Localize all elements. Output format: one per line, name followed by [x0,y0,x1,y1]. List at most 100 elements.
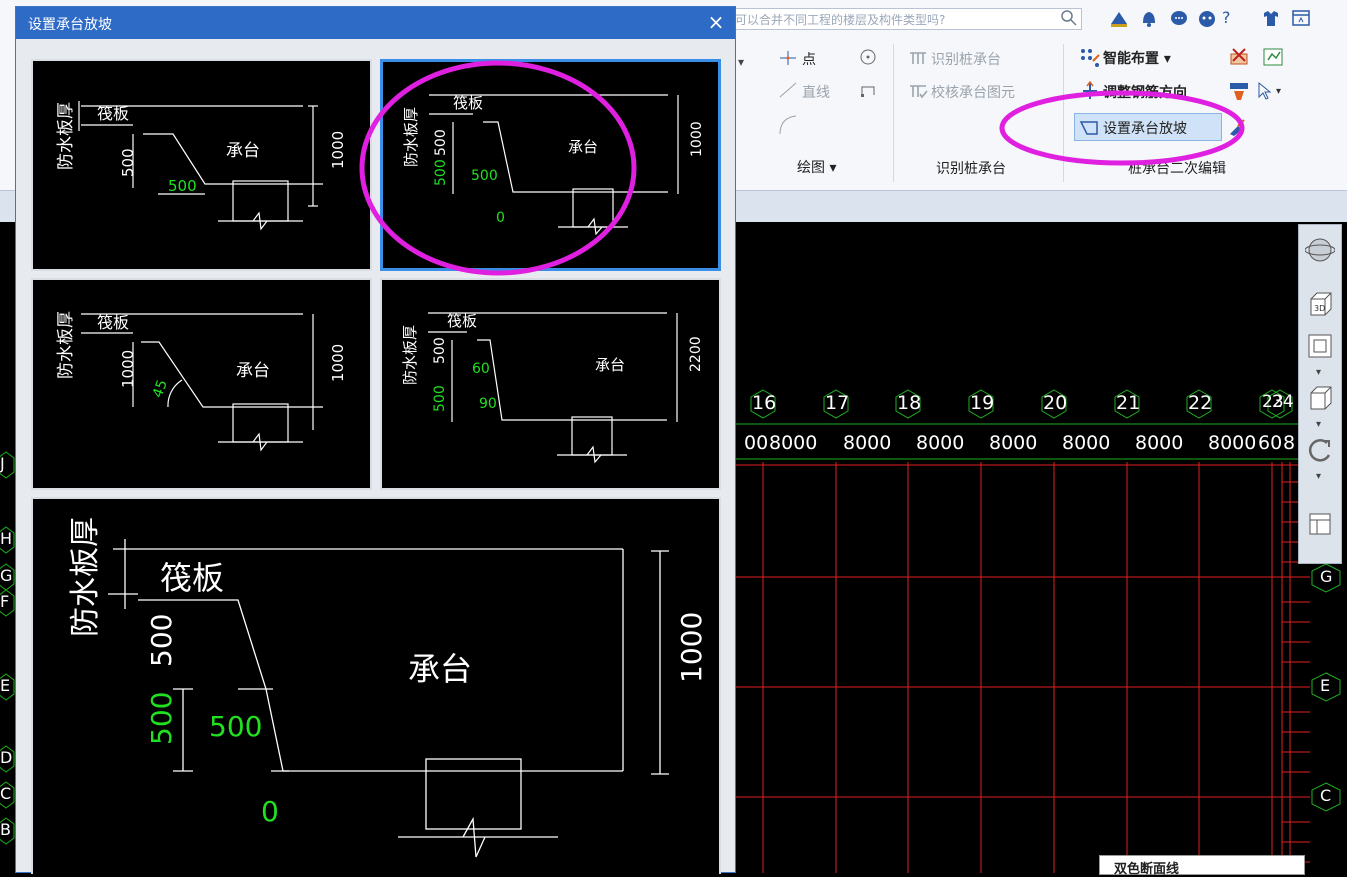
cap-label: 承台 [226,141,260,161]
dim-label: 500 [209,710,262,743]
spacing-label: 8000 [989,432,1038,454]
raft-label: 筏板 [97,104,129,123]
row-label: C [1320,786,1332,805]
chevron-down-icon[interactable]: ▾ [1316,471,1321,482]
point-icon [776,48,800,68]
row-label: G [1320,567,1333,586]
spacing-label: 8 [1283,432,1296,454]
circle-icon[interactable] [858,47,878,71]
layer-panel-icon[interactable] [1303,507,1337,541]
slope-option-4[interactable]: 防水板厚 筏板 承台 500 500 60 90 2200 [380,278,721,490]
column-label: 17 [825,392,850,414]
search-icon[interactable] [1060,9,1078,31]
svg-text:防水板厚: 防水板厚 [56,102,76,170]
box-view-icon[interactable] [1303,381,1337,415]
dim-label: 1000 [329,344,347,382]
cap-label: 承台 [408,650,472,688]
column-label: 21 [1116,392,1141,414]
smart-layout-text: 智能布置 [1103,51,1159,67]
spacing-label: 60 [1258,432,1283,454]
partial-dimension: 00 [744,432,769,454]
row-label: C [0,784,12,803]
identify-pile-cap-button[interactable]: 识别桩承台 [931,49,1001,69]
context-popup[interactable]: 双色断面线 [1099,855,1305,877]
line-icon [776,80,800,104]
point-button[interactable]: 点 [802,49,816,69]
diagram-4: 防水板厚 筏板 承台 500 500 60 90 2200 [401,312,704,464]
annotation-ellipse-ribbon [999,90,1245,166]
search-text: 可以合并不同工程的楼层及构件类型吗? [735,13,946,27]
line-button[interactable]: 直线 [802,82,830,102]
verify-pile-cap-icon [907,82,929,104]
spacing-label: 8000 [1208,432,1257,454]
chevron-down-icon[interactable]: ▾ [1316,419,1321,430]
dim-label: 1000 [329,131,347,169]
window-icon[interactable] [1290,8,1312,30]
chat-icon[interactable] [1168,8,1190,30]
svg-text:防水板厚: 防水板厚 [401,325,419,385]
rect-icon[interactable] [858,81,878,105]
popup-text: 双色断面线 [1114,862,1180,877]
shirt-icon[interactable] [1260,8,1282,30]
delete-cap-icon[interactable] [1228,46,1250,72]
dim-label: 500 [119,148,137,177]
dialog-title-bar[interactable]: 设置承台放坡 × [16,7,735,39]
cap-label: 承台 [236,361,270,381]
chevron-down-icon[interactable]: ▾ [1316,367,1321,378]
dim-label: 90 [479,396,497,412]
dim-label: 2200 [688,336,704,372]
search-input[interactable]: 可以合并不同工程的楼层及构件类型吗? [730,8,1082,30]
dim-label: 1000 [119,350,137,388]
smart-layout-icon [1079,47,1101,71]
top-view-icon[interactable] [1303,329,1337,363]
smart-layout-button[interactable]: 智能布置 ▾ [1103,48,1171,68]
column-label: 19 [970,392,995,414]
column-label: 20 [1043,392,1068,414]
draw-group-label: 绘图 ▾ [797,160,837,176]
spacing-label: 8000 [1135,432,1184,454]
table-icon[interactable] [1262,46,1284,72]
row-label: E [0,676,11,695]
user-icon[interactable] [1108,8,1130,30]
raft-label: 筏板 [160,559,224,597]
dialog-title: 设置承台放坡 [28,17,112,33]
raft-label: 筏板 [447,312,477,330]
spacing-label: 8000 [843,432,892,454]
chevron-down-icon[interactable]: ▾ [738,55,744,69]
dim-label: 45 [150,378,171,400]
preview-diagram: 防水板厚 筏板 承台 500 500 500 0 1000 [68,517,708,858]
sphere-icon[interactable] [1303,233,1337,267]
row-label: B [0,820,11,839]
cap-label: 承台 [595,356,625,374]
row-label: D [0,748,13,767]
close-button[interactable]: × [705,11,727,33]
spacing-label: 8000 [916,432,965,454]
help-question[interactable]: ? [1222,8,1231,27]
svg-text:防水板厚: 防水板厚 [56,311,76,379]
spacing-label: 8000 [1062,432,1111,454]
arc-icon[interactable] [776,112,800,140]
column-label: 24 [1272,392,1294,412]
column-label: 16 [752,392,777,414]
slope-option-3[interactable]: 防水板厚 筏板 承台 1000 45 1000 [31,278,372,490]
column-label: 22 [1188,392,1213,414]
divider [893,44,894,182]
dim-label: 1000 [675,612,708,683]
dim-label: 0 [261,795,279,828]
bell-icon[interactable] [1138,8,1160,30]
svg-text:3D: 3D [1314,304,1325,313]
face-icon[interactable] [1196,8,1218,30]
select-tool-icon[interactable]: ▾ [1256,80,1286,106]
dim-label: 500 [145,614,178,667]
slope-option-1[interactable]: 防水板厚 筏板 承台 500 500 1000 [31,59,372,271]
svg-text:防水板厚: 防水板厚 [68,517,103,637]
draw-group-text: 绘图 [797,160,825,176]
cube-3d-icon[interactable]: 3D [1303,287,1337,321]
raft-label: 筏板 [97,313,129,332]
slope-preview: 防水板厚 筏板 承台 500 500 500 0 1000 [31,497,721,874]
row-label: G [0,566,13,585]
dim-label: 500 [432,337,448,364]
dim-label: 500 [145,692,178,745]
svg-text:▾: ▾ [1276,86,1281,97]
rotate-icon[interactable] [1303,433,1337,467]
